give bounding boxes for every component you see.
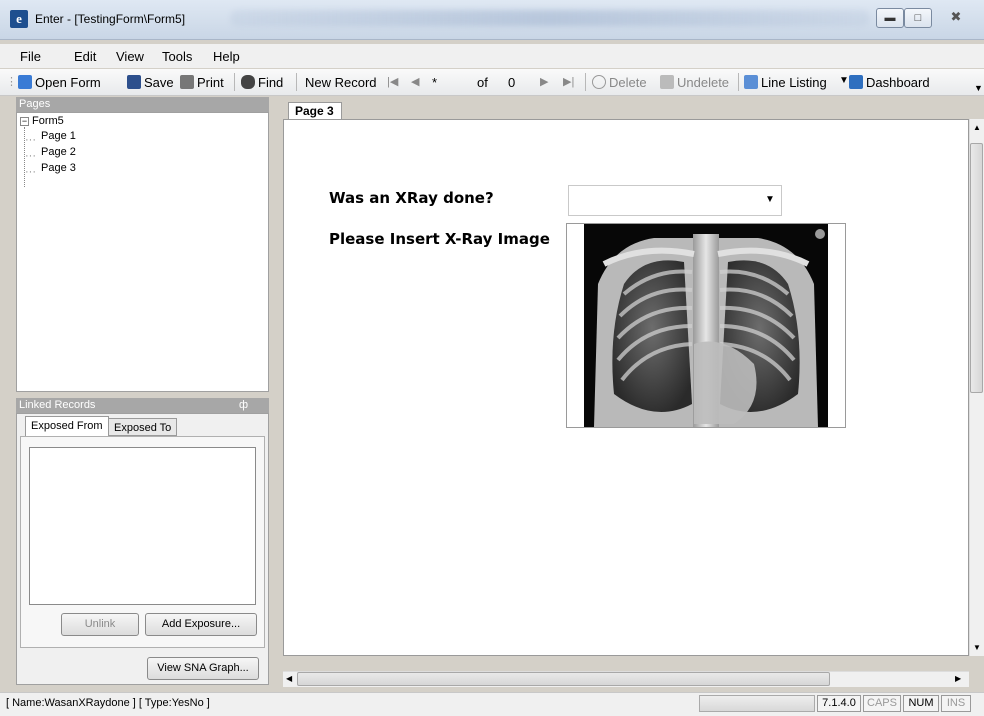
open-form-icon: [18, 75, 32, 89]
progress-bar: [699, 695, 815, 712]
tree-item-page-1[interactable]: Page 1: [41, 130, 76, 142]
add-exposure-button[interactable]: Add Exposure...: [145, 613, 257, 636]
ins-indicator: INS: [941, 695, 971, 712]
question-insert-image: Please Insert X-Ray Image: [329, 230, 550, 248]
chevron-down-icon: ▼: [765, 194, 775, 205]
window-title: Enter - [TestingForm\Form5]: [35, 12, 186, 26]
caps-indicator: CAPS: [863, 695, 901, 712]
print-button[interactable]: Print: [180, 75, 224, 90]
collapse-icon[interactable]: −: [20, 117, 29, 126]
record-of-label: of: [477, 75, 488, 90]
line-listing-dropdown-icon[interactable]: ▼: [839, 75, 849, 86]
horizontal-scroll-thumb[interactable]: [297, 672, 830, 686]
record-number-input[interactable]: *: [432, 75, 437, 90]
blurred-title-hint: [230, 10, 870, 26]
pages-header: Pages: [16, 97, 269, 112]
minimize-button[interactable]: ▬: [876, 8, 904, 28]
num-indicator: NUM: [903, 695, 939, 712]
last-record-icon[interactable]: ▶|: [563, 75, 574, 88]
xray-image: [584, 224, 828, 427]
find-button[interactable]: Find: [241, 75, 283, 90]
binoculars-icon: [241, 75, 255, 89]
previous-record-icon[interactable]: ◀: [411, 75, 419, 88]
tab-exposed-to[interactable]: Exposed To: [108, 418, 178, 436]
tree-item-page-2[interactable]: Page 2: [41, 146, 76, 158]
first-record-icon[interactable]: |◀: [387, 75, 398, 88]
undelete-button[interactable]: Undelete: [660, 75, 729, 90]
new-record-button[interactable]: New Record: [305, 75, 377, 90]
toolbar-grip: ⋮: [6, 76, 17, 88]
vertical-scroll-thumb[interactable]: [970, 143, 983, 393]
toolbar-overflow-icon[interactable]: ▼: [974, 83, 983, 93]
print-icon: [180, 75, 194, 89]
menu-help[interactable]: Help: [213, 49, 240, 64]
menu-file[interactable]: File: [20, 49, 41, 64]
next-record-icon[interactable]: ▶: [540, 75, 548, 88]
save-button[interactable]: Save: [127, 75, 174, 90]
question-xray-done: Was an XRay done?: [329, 189, 494, 207]
maximize-button[interactable]: □: [904, 8, 932, 28]
xray-done-dropdown[interactable]: ▼: [568, 185, 782, 216]
chest-xray-illustration: [584, 224, 828, 427]
exposure-list[interactable]: [29, 447, 256, 605]
delete-icon: [592, 75, 606, 89]
pages-tree: − Form5 ··· Page 1 ··· Page 2 ··· Page 3: [16, 112, 269, 392]
undo-icon: [660, 75, 674, 89]
scroll-left-icon[interactable]: ◀: [286, 674, 292, 683]
pin-icon[interactable]: ф: [239, 398, 248, 413]
linked-records-panel: Exposed From Exposed To Unlink Add Expos…: [16, 413, 269, 685]
menu-edit[interactable]: Edit: [74, 49, 96, 64]
grid-icon: [744, 75, 758, 89]
linked-records-header: Linked Records ф: [16, 398, 269, 413]
view-sna-graph-button[interactable]: View SNA Graph...: [147, 657, 259, 680]
scroll-up-icon[interactable]: ▲: [973, 123, 981, 132]
record-total: 0: [508, 75, 516, 90]
close-button[interactable]: ✖: [934, 8, 978, 28]
exposure-group: Unlink Add Exposure...: [20, 436, 265, 648]
status-field-info: [ Name:WasanXRaydone ] [ Type:YesNo ]: [6, 697, 210, 709]
dashboard-button[interactable]: Dashboard: [849, 75, 930, 90]
tab-page-3[interactable]: Page 3: [288, 102, 342, 120]
scroll-down-icon[interactable]: ▼: [973, 643, 981, 652]
menu-tools[interactable]: Tools: [162, 49, 192, 64]
app-icon: e: [10, 10, 28, 28]
menu-view[interactable]: View: [116, 49, 144, 64]
version-label: 7.1.4.0: [817, 695, 861, 712]
tree-item-page-3[interactable]: Page 3: [41, 162, 76, 174]
toolbar: ⋮ Open Form Save Print Find New Record |…: [0, 69, 984, 96]
open-form-button[interactable]: Open Form: [18, 75, 101, 90]
unlink-button[interactable]: Unlink: [61, 613, 139, 636]
menu-bar: File Edit View Tools Help: [0, 44, 984, 68]
save-icon: [127, 75, 141, 89]
delete-button[interactable]: Delete: [592, 75, 647, 90]
line-listing-button[interactable]: Line Listing: [744, 75, 827, 90]
tab-exposed-from[interactable]: Exposed From: [25, 416, 109, 436]
tree-root-form5[interactable]: Form5: [32, 115, 64, 127]
chart-icon: [849, 75, 863, 89]
scroll-right-icon[interactable]: ▶: [955, 674, 961, 683]
